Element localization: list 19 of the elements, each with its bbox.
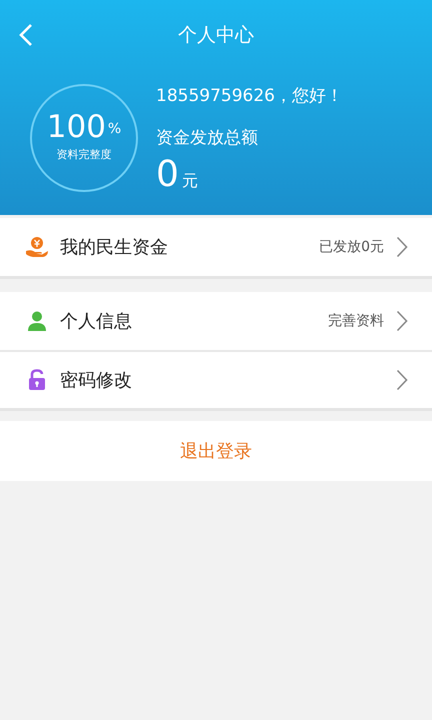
menu-label: 个人信息 [60, 310, 132, 334]
back-icon [19, 23, 33, 47]
menu-item[interactable]: 密码修改 [0, 350, 432, 408]
chevron-right-icon [396, 236, 408, 258]
total-unit: 元 [182, 170, 198, 192]
completeness-label: 资料完整度 [56, 147, 112, 164]
total-label: 资金发放总额 [156, 126, 259, 150]
page-title: 个人中心 [178, 22, 254, 48]
total-value: 0 [156, 157, 179, 193]
chevron-right-icon [396, 369, 408, 391]
completeness-value: 100 [46, 112, 106, 144]
menu-label: 我的民生资金 [60, 236, 168, 260]
percent-unit: % [108, 120, 122, 140]
chevron-right-icon [396, 310, 408, 332]
menu-detail: 已发放0元 [319, 238, 384, 256]
menu-detail: 完善资料 [328, 312, 384, 330]
menu-label: 密码修改 [60, 368, 132, 392]
greeting: 18559759626，您好！ [156, 85, 343, 108]
menu-item[interactable]: 个人信息 完善资料 [0, 292, 432, 350]
